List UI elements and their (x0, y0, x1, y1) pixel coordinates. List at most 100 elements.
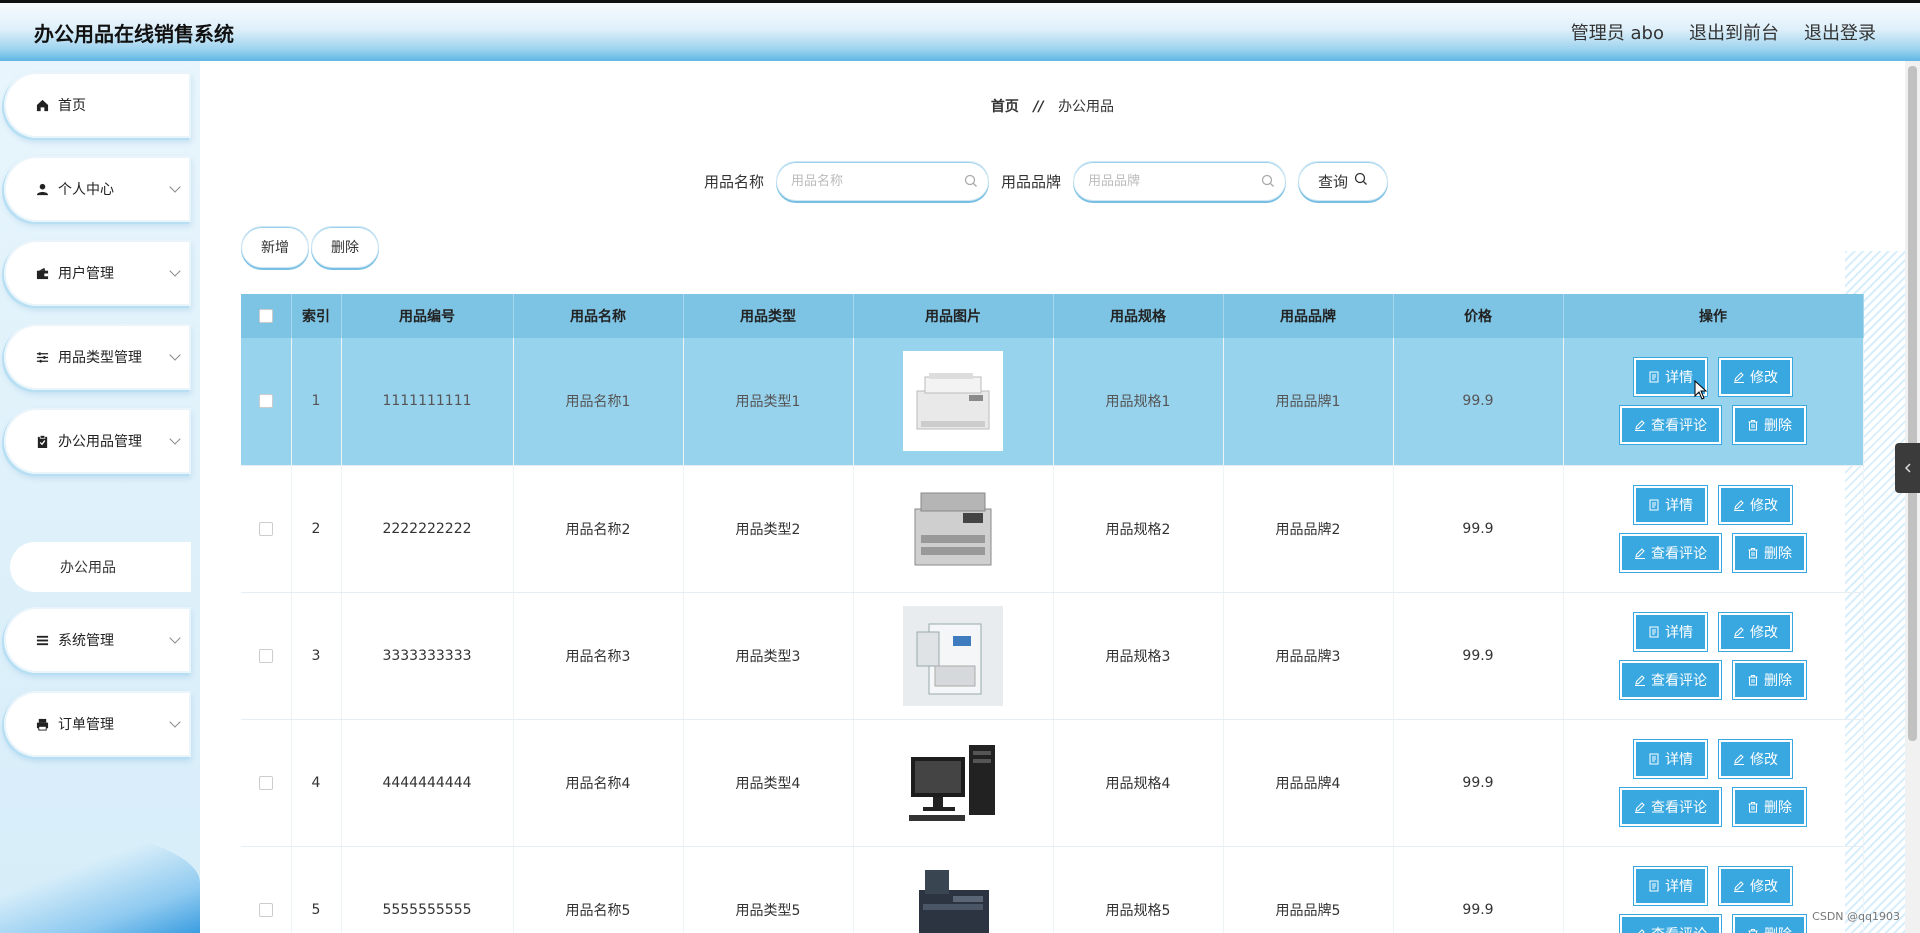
cell-image (853, 846, 1054, 933)
collapse-panel-tab[interactable] (1895, 443, 1920, 493)
sidebar-item-label: 办公用品管理 (58, 434, 142, 450)
edit-button[interactable]: 修改 (1718, 865, 1793, 906)
product-image (854, 478, 1053, 579)
delete-row-button-label: 删除 (1764, 672, 1792, 689)
view-comments-button[interactable]: 查看评论 (1619, 786, 1722, 827)
product-image (854, 732, 1053, 833)
sidebar-item-personal-center[interactable]: 个人中心 (4, 156, 191, 222)
row-checkbox[interactable] (258, 648, 273, 663)
cell-brand: 用品品牌2 (1223, 465, 1394, 593)
edit-button[interactable]: 修改 (1718, 484, 1793, 525)
chevron-down-icon (169, 433, 181, 445)
detail-button[interactable]: 详情 (1633, 738, 1708, 779)
cell-index: 2 (291, 465, 342, 593)
cell-image (853, 338, 1054, 466)
table-row[interactable]: 3 3333333333 用品名称3 用品类型3 用品规格3 用品品牌3 99.… (241, 592, 1864, 720)
sidebar-item-user-management[interactable]: 用户管理 (4, 240, 191, 306)
cell-name: 用品名称5 (513, 846, 684, 933)
row-checkbox[interactable] (258, 521, 273, 536)
query-button[interactable]: 查询 (1298, 161, 1389, 201)
table-row[interactable]: 2 2222222222 用品名称2 用品类型2 用品规格2 用品品牌2 99.… (241, 465, 1864, 593)
sidebar-item-label: 首页 (58, 98, 86, 114)
detail-button-label: 详情 (1665, 878, 1693, 895)
detail-button[interactable]: 详情 (1633, 611, 1708, 652)
row-checkbox[interactable] (258, 902, 273, 917)
sidebar-item-home[interactable]: 首页 (4, 72, 191, 138)
batch-delete-button[interactable]: 删除 (311, 226, 379, 268)
cell-name: 用品名称2 (513, 465, 684, 593)
detail-button[interactable]: 详情 (1633, 865, 1708, 906)
view-comments-button[interactable]: 查看评论 (1619, 405, 1722, 446)
view-comments-button[interactable]: 查看评论 (1619, 913, 1722, 933)
top-header: 办公用品在线销售系统 管理员 abo 退出到前台 退出登录 (0, 0, 1920, 61)
column-header-index: 索引 (291, 294, 342, 338)
cell-price: 99.9 (1393, 719, 1564, 847)
sidebar-item-order-management[interactable]: 订单管理 (4, 691, 191, 757)
edit-button[interactable]: 修改 (1718, 357, 1793, 398)
view-comments-button-label: 查看评论 (1651, 672, 1707, 689)
brand-search-input[interactable] (1074, 162, 1286, 200)
delete-row-button[interactable]: 删除 (1732, 786, 1807, 827)
detail-button-label: 详情 (1665, 497, 1693, 514)
chevron-down-icon (169, 265, 181, 277)
name-search-label: 用品名称 (704, 172, 765, 191)
vertical-scrollbar[interactable] (1905, 61, 1920, 933)
wallet-icon (34, 265, 50, 281)
chevron-down-icon (169, 349, 181, 361)
delete-row-button[interactable]: 删除 (1732, 659, 1807, 700)
edit-icon (1734, 372, 1744, 384)
cell-brand: 用品品牌3 (1223, 592, 1394, 720)
detail-button-label: 详情 (1665, 624, 1693, 641)
row-checkbox[interactable] (258, 775, 273, 790)
brand-search-label: 用品品牌 (1001, 172, 1062, 191)
sidebar-item-type-management[interactable]: 用品类型管理 (4, 324, 191, 390)
trash-icon (1748, 928, 1758, 933)
edit-button[interactable]: 修改 (1718, 611, 1793, 652)
cell-type: 用品类型1 (683, 338, 854, 466)
row-checkbox[interactable] (258, 394, 273, 409)
exit-to-front-link[interactable]: 退出到前台 (1689, 19, 1779, 45)
sidebar-item-office-supplies-management[interactable]: 办公用品管理 (4, 408, 191, 474)
view-comments-button[interactable]: 查看评论 (1619, 659, 1722, 700)
edit-button-label: 修改 (1750, 878, 1778, 895)
delete-row-button[interactable]: 删除 (1732, 405, 1807, 446)
document-icon (1649, 880, 1659, 891)
edit-button[interactable]: 修改 (1718, 738, 1793, 779)
name-search-wrapper (776, 161, 990, 201)
edit-icon (1734, 499, 1744, 511)
delete-row-button[interactable]: 删除 (1732, 913, 1807, 933)
cell-price: 99.9 (1393, 846, 1564, 933)
cell-index: 4 (291, 719, 342, 847)
cell-brand: 用品品牌5 (1223, 846, 1394, 933)
product-image (854, 351, 1053, 452)
cell-code: 4444444444 (341, 719, 514, 847)
sidebar: 首页 个人中心 用户管理 用品类型管理 办公用品管理 办公用品 系统管理 订单管… (0, 61, 200, 933)
trash-icon (1748, 674, 1758, 685)
document-icon (1649, 753, 1659, 764)
trash-icon (1748, 420, 1758, 431)
name-search-input[interactable] (777, 162, 989, 200)
document-icon (1649, 371, 1659, 383)
scrollbar-thumb[interactable] (1908, 66, 1917, 741)
detail-button[interactable]: 详情 (1633, 484, 1708, 525)
view-comments-button[interactable]: 查看评论 (1619, 532, 1722, 573)
delete-row-button[interactable]: 删除 (1732, 532, 1807, 573)
column-header-name: 用品名称 (513, 294, 684, 338)
sidebar-item-system-management[interactable]: 系统管理 (4, 607, 191, 673)
admin-user-label[interactable]: 管理员 abo (1571, 19, 1664, 45)
home-icon (34, 97, 50, 113)
main-content: 首页 // 办公用品 用品名称 用品品牌 查询 新增 删除 (200, 61, 1905, 933)
edit-icon (1635, 801, 1645, 813)
table-row[interactable]: 4 4444444444 用品名称4 用品类型4 用品规格4 用品品牌4 99.… (241, 719, 1864, 847)
cell-name: 用品名称1 (513, 338, 684, 466)
trash-icon (1748, 547, 1758, 558)
sidebar-subitem-office-supplies[interactable]: 办公用品 (10, 542, 191, 592)
chevron-down-icon (169, 632, 181, 644)
table-row[interactable]: 1 1111111111 用品名称1 用品类型1 用品规格1 用品品牌1 99.… (241, 338, 1864, 466)
table-row[interactable]: 5 5555555555 用品名称5 用品类型5 用品规格5 用品品牌5 99.… (241, 846, 1864, 933)
logout-link[interactable]: 退出登录 (1804, 19, 1876, 45)
select-all-checkbox[interactable] (258, 309, 273, 323)
cell-image (853, 592, 1054, 720)
breadcrumb-home[interactable]: 首页 (991, 99, 1019, 115)
add-button[interactable]: 新增 (241, 226, 309, 268)
